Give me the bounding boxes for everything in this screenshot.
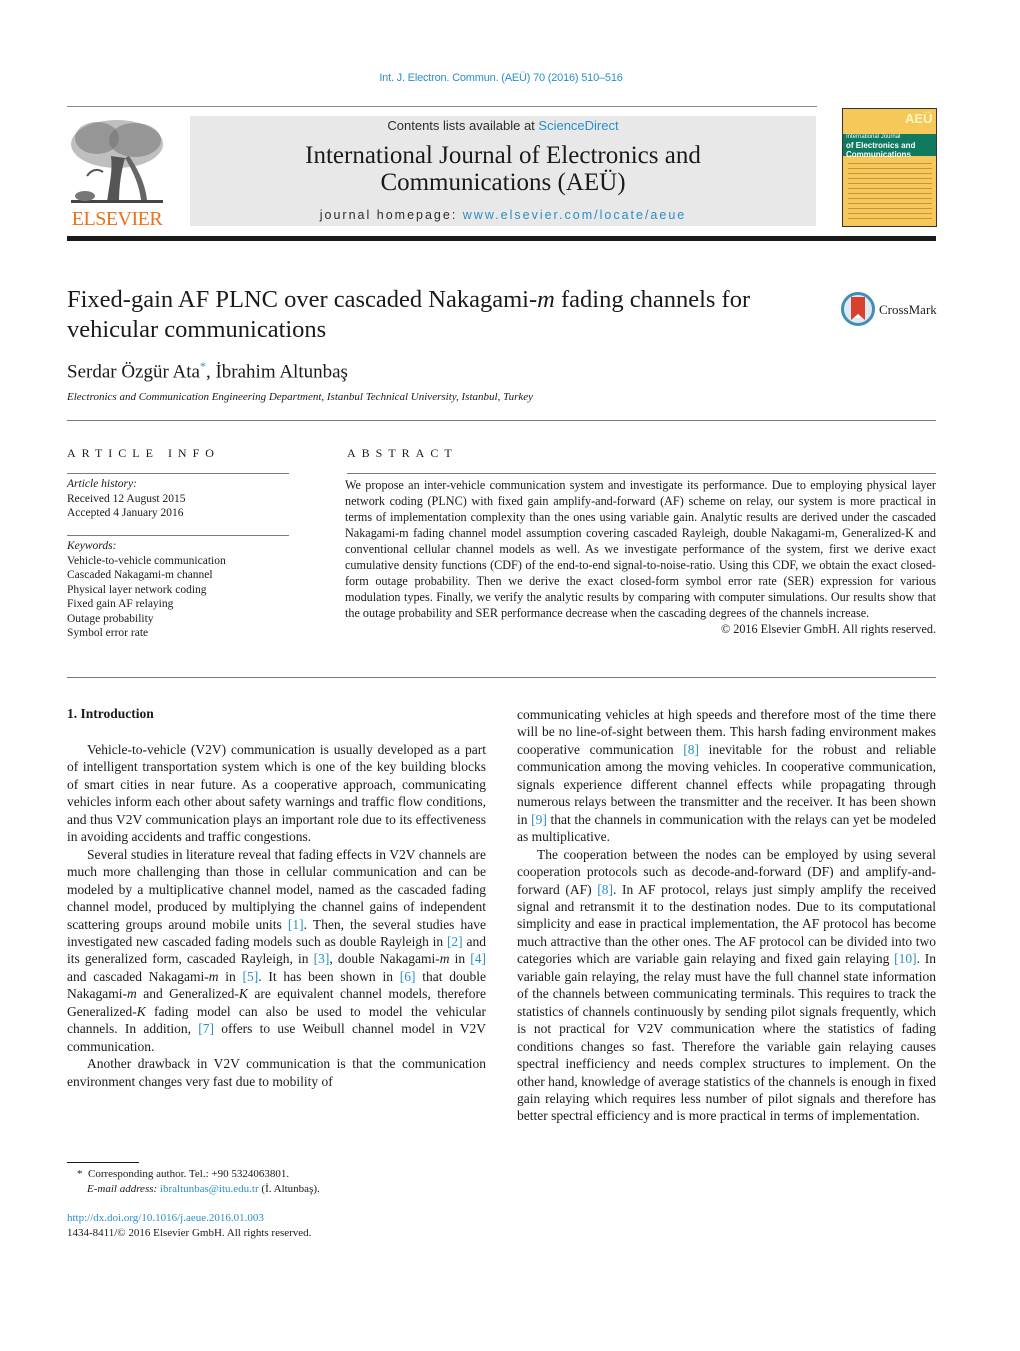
email-link[interactable]: ibraltunbas@itu.edu.tr: [160, 1183, 259, 1195]
title-italic-m: m: [537, 286, 555, 313]
citation-link[interactable]: [8]: [597, 882, 613, 897]
citation-link[interactable]: [9]: [531, 812, 547, 827]
footnote-divider: [67, 1162, 139, 1163]
article-history: Article history: Received 12 August 2015…: [67, 477, 289, 521]
header-thick-divider: [67, 236, 936, 241]
divider: [67, 677, 936, 678]
math-symbol: K: [238, 986, 248, 1002]
email-note: E-mail address: ibraltunbas@itu.edu.tr (…: [77, 1182, 320, 1197]
header-divider: [67, 106, 817, 107]
author-1: Serdar Özgür Ata: [67, 361, 200, 383]
divider: [67, 420, 936, 421]
paragraph: The cooperation between the nodes can be…: [517, 846, 937, 1124]
keywords-label: Keywords:: [67, 540, 117, 552]
article-title: Fixed-gain AF PLNC over cascaded Nakagam…: [67, 285, 807, 345]
citation-link[interactable]: [2]: [447, 934, 463, 949]
accepted-date: Accepted 4 January 2016: [67, 507, 184, 519]
citation-link[interactable]: [4]: [470, 951, 486, 966]
elsevier-tree-icon: [71, 120, 163, 203]
journal-title-line-2: Communications (AEÜ): [380, 169, 626, 196]
journal-homepage-link[interactable]: www.elsevier.com/locate/aeue: [463, 208, 686, 222]
sciencedirect-link[interactable]: ScienceDirect: [538, 118, 618, 133]
citation-link[interactable]: [3]: [314, 951, 330, 966]
title-part-1: Fixed-gain AF PLNC over cascaded Nakagam…: [67, 286, 538, 313]
contents-prefix: Contents lists available at: [387, 118, 539, 133]
math-symbol: K: [136, 1003, 146, 1019]
citation-link[interactable]: [6]: [400, 969, 416, 984]
cover-badge: AEÜ: [905, 111, 933, 126]
citation-link[interactable]: [7]: [198, 1021, 214, 1036]
section-heading-introduction: 1. Introduction: [67, 706, 154, 721]
citation-link[interactable]: [8]: [683, 742, 699, 757]
author-list: Serdar Özgür Ata*, İbrahim Altunbaş: [67, 359, 348, 383]
divider: [347, 473, 936, 474]
keyword-item: Cascaded Nakagami-m channel: [67, 569, 213, 581]
divider: [67, 535, 289, 536]
footnote-mark: *: [77, 1168, 83, 1180]
body-column-right: communicating vehicles at high speeds an…: [517, 706, 936, 1125]
math-symbol: m: [208, 968, 219, 984]
paragraph: Another drawback in V2V communication is…: [67, 1056, 486, 1089]
keyword-item: Symbol error rate: [67, 627, 149, 639]
citation-link[interactable]: [5]: [243, 969, 259, 984]
cover-title-line-3: Communications: [846, 150, 911, 159]
author-2: İbrahim Altunbaş: [215, 361, 348, 383]
crossmark-badge[interactable]: CrossMark: [840, 291, 940, 329]
keyword-item: Physical layer network coding: [67, 583, 207, 596]
contents-availability: Contents lists available at ScienceDirec…: [190, 118, 816, 133]
footnote: * Corresponding author. Tel.: +90 532406…: [77, 1167, 320, 1196]
paragraph: communicating vehicles at high speeds an…: [517, 707, 936, 845]
math-symbol: m: [126, 986, 137, 1002]
history-label: Article history:: [67, 478, 137, 490]
homepage-prefix: journal homepage:: [319, 208, 463, 222]
abstract-heading: ABSTRACT: [347, 446, 458, 460]
cover-contents-list: [848, 163, 932, 221]
abstract-body: We propose an inter-vehicle communicatio…: [345, 477, 936, 637]
paragraph: Several studies in literature reveal tha…: [67, 846, 487, 1054]
article-info-heading: ARTICLE INFO: [67, 446, 220, 460]
abstract-text: We propose an inter-vehicle communicatio…: [345, 478, 936, 620]
keyword-item: Outage probability: [67, 612, 154, 625]
keyword-item: Vehicle-to-vehicle communication: [67, 554, 226, 567]
cover-title: International Journal of Electronics and…: [846, 134, 936, 159]
journal-title: International Journal of Electronics and…: [190, 142, 816, 196]
paragraph: Vehicle-to-vehicle (V2V) communication i…: [67, 742, 486, 845]
divider: [67, 473, 289, 474]
journal-banner: Contents lists available at ScienceDirec…: [190, 116, 816, 226]
elsevier-logo[interactable]: ELSEVIER: [67, 116, 167, 230]
keyword-item: Fixed gain AF relaying: [67, 598, 174, 610]
email-label: E-mail address:: [87, 1182, 160, 1195]
doi-block: http://dx.doi.org/10.1016/j.aeue.2016.01…: [67, 1211, 311, 1240]
elsevier-wordmark: ELSEVIER: [71, 208, 163, 230]
affiliation: Electronics and Communication Engineerin…: [67, 391, 534, 403]
doi-link[interactable]: http://dx.doi.org/10.1016/j.aeue.2016.01…: [67, 1211, 311, 1226]
journal-citation-link[interactable]: Int. J. Electron. Commun. (AEÜ) 70 (2016…: [0, 72, 1002, 84]
corresponding-author-note: * Corresponding author. Tel.: +90 532406…: [77, 1167, 320, 1182]
issn-copyright: 1434-8411/© 2016 Elsevier GmbH. All righ…: [67, 1226, 312, 1239]
math-symbol: m: [439, 951, 450, 967]
journal-cover-thumbnail[interactable]: AEÜ International Journal of Electronics…: [842, 108, 937, 227]
corresponding-text: Corresponding author. Tel.: +90 53240638…: [88, 1168, 290, 1180]
abstract-copyright: © 2016 Elsevier GmbH. All rights reserve…: [720, 622, 936, 636]
journal-homepage: journal homepage: www.elsevier.com/locat…: [190, 208, 816, 222]
crossmark-label: CrossMark: [879, 302, 937, 317]
keywords: Keywords: Vehicle-to-vehicle communicati…: [67, 539, 289, 641]
journal-title-line-1: International Journal of Electronics and: [305, 142, 701, 169]
citation-link[interactable]: [1]: [288, 917, 304, 932]
email-owner: (İ. Altunbaş).: [258, 1182, 320, 1195]
cover-title-line-1: International Journal: [846, 134, 901, 140]
received-date: Received 12 August 2015: [67, 492, 186, 505]
cover-title-line-2: of Electronics and: [846, 141, 916, 150]
crossmark-icon: [841, 292, 875, 326]
body-column-left: Vehicle-to-vehicle (V2V) communication i…: [67, 741, 486, 1090]
citation-link[interactable]: [10]: [894, 951, 917, 966]
